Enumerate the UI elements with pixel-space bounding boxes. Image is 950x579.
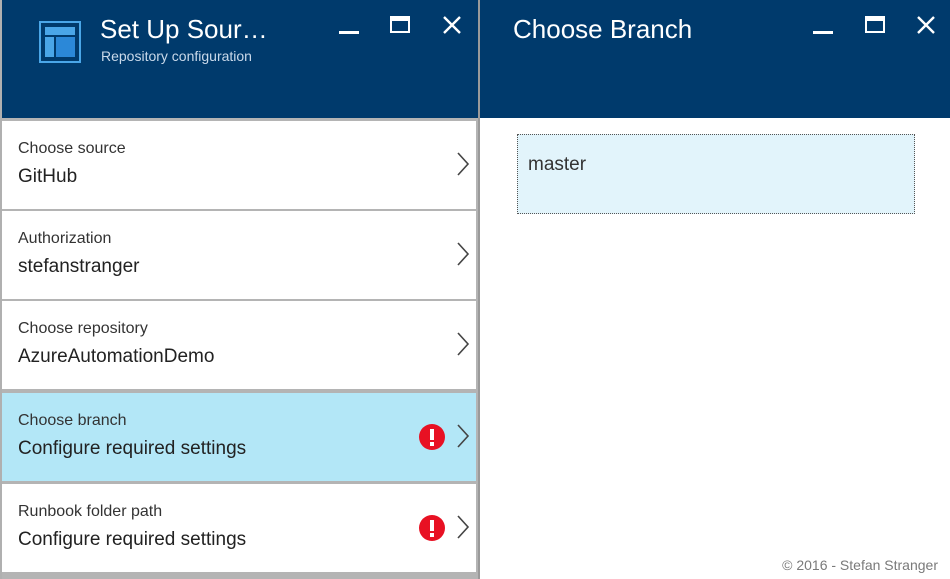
row-value: Configure required settings xyxy=(18,529,247,550)
source-control-icon xyxy=(39,21,81,63)
authorization-row[interactable]: Authorization stefanstranger xyxy=(2,211,476,299)
row-label: Runbook folder path xyxy=(18,503,163,520)
blade-title: Set Up Sour… xyxy=(100,14,268,44)
error-exclamation-icon xyxy=(419,515,445,541)
copyright-watermark: © 2016 - Stefan Stranger xyxy=(782,557,938,573)
row-label: Choose repository xyxy=(18,320,148,337)
row-value: stefanstranger xyxy=(18,256,140,277)
chevron-right-icon xyxy=(457,424,470,448)
row-value: AzureAutomationDemo xyxy=(18,346,215,367)
choose-repository-row[interactable]: Choose repository AzureAutomationDemo xyxy=(2,301,476,389)
setup-source-blade: Set Up Sour… Repository configuration Ch… xyxy=(0,0,478,579)
branch-item-master[interactable]: master xyxy=(517,134,915,214)
row-label: Choose branch xyxy=(18,412,127,429)
blade-subtitle: Repository configuration xyxy=(101,48,252,64)
row-label: Choose source xyxy=(18,140,126,157)
minimize-icon[interactable] xyxy=(336,12,362,38)
row-value: GitHub xyxy=(18,166,78,187)
blade-header: Choose Branch xyxy=(480,0,950,118)
chevron-right-icon xyxy=(457,152,470,176)
maximize-icon[interactable] xyxy=(862,12,888,38)
row-value: Configure required settings xyxy=(18,438,247,459)
chevron-right-icon xyxy=(457,515,470,539)
runbook-folder-path-row[interactable]: Runbook folder path Configure required s… xyxy=(2,484,476,572)
minimize-icon[interactable] xyxy=(810,12,836,38)
settings-list: Choose source GitHub Authorization stefa… xyxy=(2,118,478,579)
error-exclamation-icon xyxy=(419,424,445,450)
chevron-right-icon xyxy=(457,332,470,356)
blade-title: Choose Branch xyxy=(513,14,693,44)
choose-branch-row[interactable]: Choose branch Configure required setting… xyxy=(2,393,476,481)
choose-source-row[interactable]: Choose source GitHub xyxy=(2,121,476,209)
chevron-right-icon xyxy=(457,242,470,266)
close-icon[interactable] xyxy=(439,12,465,38)
close-icon[interactable] xyxy=(913,12,939,38)
branch-name: master xyxy=(528,154,587,175)
blade-header: Set Up Sour… Repository configuration xyxy=(2,0,478,118)
choose-branch-blade: Choose Branch master © 2016 - Stefan Str… xyxy=(478,0,950,579)
row-label: Authorization xyxy=(18,230,112,247)
maximize-icon[interactable] xyxy=(387,12,413,38)
